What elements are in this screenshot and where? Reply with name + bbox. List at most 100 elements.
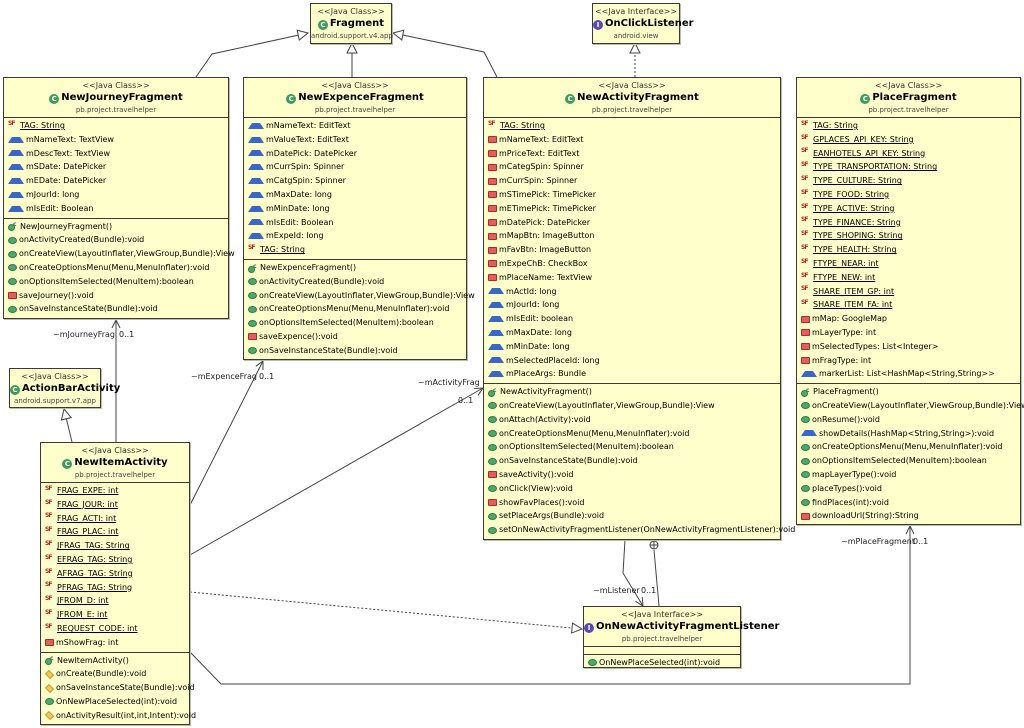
field-row[interactable]: mLayerType: int [797, 326, 1020, 340]
field-row[interactable]: SF JFROM_D: int [41, 594, 189, 608]
field-row[interactable]: SF FRAG_EXPE: int [41, 484, 189, 498]
class-placefragment[interactable]: <<Java Class>> C PlaceFragment pb.project.t… [796, 77, 1024, 525]
method-row[interactable]: onCreate(Bundle):void [41, 667, 189, 681]
method-row[interactable]: NewActivityFragment() [484, 384, 780, 399]
field-row[interactable]: mSDate: DatePicker [4, 160, 228, 174]
method-row[interactable]: onCreateOptionsMenu(Menu,MenuInflater):v… [4, 261, 228, 275]
field-row[interactable]: mValueText: EditText [244, 133, 466, 147]
method-row[interactable]: onActivityCreated(Bundle):void [4, 233, 228, 247]
field-row[interactable]: mMinDate: long [244, 202, 466, 216]
field-row[interactable]: SF SHARE_ITEM_GP: int [797, 285, 1020, 299]
field-row[interactable]: mCategSpin: Spinner [484, 160, 780, 174]
field-row[interactable]: mCurrSpin: Spinner [244, 160, 466, 174]
field-row[interactable]: mShowFrag: int [41, 636, 189, 650]
method-row[interactable]: onCreateOptionsMenu(Menu,MenuInflater):v… [484, 427, 780, 441]
method-row[interactable]: setPlaceArgs(Bundle):void [484, 509, 780, 523]
method-row[interactable]: onActivityResult(int,int,Intent):void [41, 709, 196, 723]
method-row[interactable]: onCreateOptionsMenu(Menu,MenuInflater):v… [244, 302, 466, 316]
method-row[interactable]: PlaceFragment() [797, 384, 1020, 399]
method-row[interactable]: onSaveInstanceState(Bundle):void [244, 344, 466, 358]
field-row[interactable]: mActId: long [484, 285, 780, 299]
field-row[interactable]: mFavBtn: ImageButton [484, 243, 780, 257]
field-row[interactable]: SF EFRAG_TAG: String [41, 553, 189, 567]
field-row[interactable]: SF FRAG_ACTI: int [41, 512, 189, 526]
method-row[interactable]: onOptionsItemSelected(MenuItem):boolean [4, 275, 228, 289]
method-row[interactable]: mapLayerType():void [797, 468, 1020, 482]
field-row[interactable]: mSelectedTypes: List<Integer> [797, 340, 1020, 354]
field-row[interactable]: mMap: GoogleMap [797, 312, 1020, 326]
method-row[interactable]: showFavPlaces():void [484, 496, 780, 510]
field-row[interactable]: mMinDate: long [484, 340, 780, 354]
field-row[interactable]: SF TAG: String [797, 119, 1020, 133]
field-row[interactable]: mETimePick: TimePicker [484, 202, 780, 216]
method-row[interactable]: onClick(View):void [484, 482, 780, 496]
method-row[interactable]: OnNewPlaceSelected(int):void [41, 695, 189, 709]
field-row[interactable]: SF TYPE_FOOD: String [797, 188, 1020, 202]
method-row[interactable]: placeTypes():void [797, 482, 1020, 496]
field-row[interactable]: SF TYPE_HEALTH: String [797, 243, 1020, 257]
field-row[interactable]: SF TAG: String [484, 119, 780, 133]
field-row[interactable]: SF FRAG_JOUR: int [41, 498, 189, 512]
class-newactivityfragment[interactable]: <<Java Class>> C NewActivityFragment pb.pro… [483, 77, 795, 540]
method-row[interactable]: onOptionsItemSelected(MenuItem):boolean [484, 440, 780, 454]
field-row[interactable]: SF FRAG_PLAC: int [41, 525, 189, 539]
field-row[interactable]: mNameText: TextView [4, 133, 228, 147]
field-row[interactable]: SF TYPE_SHOPING: String [797, 229, 1020, 243]
method-row[interactable]: NewExpenceFragment() [244, 260, 466, 275]
method-row[interactable]: showDetails(HashMap<String,String>):void [797, 427, 1020, 441]
field-row[interactable]: SF EANHOTELS_API_KEY: String [797, 147, 1020, 161]
field-row[interactable]: mMapBtn: ImageButton [484, 229, 780, 243]
method-row[interactable]: onCreateOptionsMenu(Menu,MenuInflater):v… [797, 440, 1020, 454]
class-newjourneyfragment[interactable]: <<Java Class>> C NewJourneyFragment pb.proj… [3, 77, 235, 319]
field-row[interactable]: mPriceText: EditText [484, 147, 780, 161]
method-row[interactable]: onSaveInstanceState(Bundle):void [41, 681, 195, 695]
class-actionbaractivity[interactable]: <<Java Class>> C ActionBarActivity android.… [9, 368, 120, 408]
field-row[interactable]: mDescText: TextView [4, 147, 228, 161]
field-row[interactable]: mNameText: EditText [484, 133, 780, 147]
field-row[interactable]: SF PFRAG_TAG: String [41, 581, 189, 595]
method-row[interactable]: onSaveInstanceState(Bundle):void [4, 302, 228, 316]
field-row[interactable]: SF JFROM_E: int [41, 608, 189, 622]
method-row[interactable]: onAttach(Activity):void [484, 413, 780, 427]
field-row[interactable]: mPlaceName: TextView [484, 271, 780, 285]
field-row[interactable]: mPlaceArgs: Bundle [484, 367, 780, 381]
field-row[interactable]: SF FTYPE_NEW: int [797, 271, 1020, 285]
field-row[interactable]: markerList: List<HashMap<String,String>> [797, 367, 1020, 381]
method-row[interactable]: setOnNewActivityFragmentListener(OnNewAc… [484, 523, 795, 537]
method-row[interactable]: saveExpence():void [244, 330, 466, 344]
method-row[interactable]: onCreateView(LayoutInflater,ViewGroup,Bu… [4, 247, 235, 261]
field-row[interactable]: SF GPLACES_API_KEY: String [797, 133, 1020, 147]
method-row[interactable]: NewJourneyFragment() [4, 218, 228, 234]
field-row[interactable]: SF REQUEST_CODE: int [41, 622, 189, 636]
field-row[interactable]: mMaxDate: long [244, 188, 466, 202]
method-row[interactable]: saveJourney():void [4, 289, 228, 303]
method-row[interactable]: findPlaces(int):void [797, 496, 1020, 510]
method-row[interactable]: onOptionsItemSelected(MenuItem):boolean [797, 454, 1020, 468]
field-row[interactable]: mExpeChB: CheckBox [484, 257, 780, 271]
class-fragment[interactable]: <<Java Class>> C Fragment android.support.v… [310, 3, 393, 44]
method-row[interactable]: onSaveInstanceState(Bundle):void [484, 454, 780, 468]
field-row[interactable]: mFragType: int [797, 354, 1020, 368]
field-row[interactable]: SF SHARE_ITEM_FA: int [797, 298, 1020, 312]
field-row[interactable]: SF TAG: String [4, 119, 228, 133]
interface-onnewactivityfragmentlistener[interactable]: <<Java Interface>> I OnNewActivityFragment… [583, 606, 779, 668]
field-row[interactable]: mSelectedPlaceId: long [484, 354, 780, 368]
method-row[interactable]: downloadUrl(String):String [797, 509, 1020, 523]
class-newexpencefragment[interactable]: <<Java Class>> C NewExpenceFragment pb.proj… [243, 77, 475, 360]
method-row[interactable]: onOptionsItemSelected(MenuItem):boolean [244, 316, 466, 330]
field-row[interactable]: SF JFRAG_TAG: String [41, 539, 189, 553]
field-row[interactable]: SF TAG: String [244, 243, 466, 257]
field-row[interactable]: SF FTYPE_NEAR: int [797, 257, 1020, 271]
field-row[interactable]: mSTimePick: TimePicker [484, 188, 780, 202]
field-row[interactable]: mIsEdit: boolean [484, 312, 780, 326]
field-row[interactable]: mDatePick: DatePicker [244, 147, 466, 161]
field-row[interactable]: mCatgSpin: Spinner [244, 174, 466, 188]
method-row[interactable]: onCreateView(LayoutInflater,ViewGroup,Bu… [484, 399, 780, 413]
method-row[interactable]: NewItemActivity() [41, 652, 189, 668]
method-row[interactable]: onCreateView(LayoutInflater,ViewGroup,Bu… [244, 289, 475, 303]
method-row[interactable]: saveActivity():void [484, 468, 780, 482]
field-row[interactable]: mCurrSpin: Spinner [484, 174, 780, 188]
field-row[interactable]: mJourId: long [4, 188, 228, 202]
interface-onclicklistener[interactable]: <<Java Interface>> I OnClickListener androi… [592, 3, 694, 44]
method-row[interactable]: onActivityCreated(Bundle):void [244, 275, 466, 289]
